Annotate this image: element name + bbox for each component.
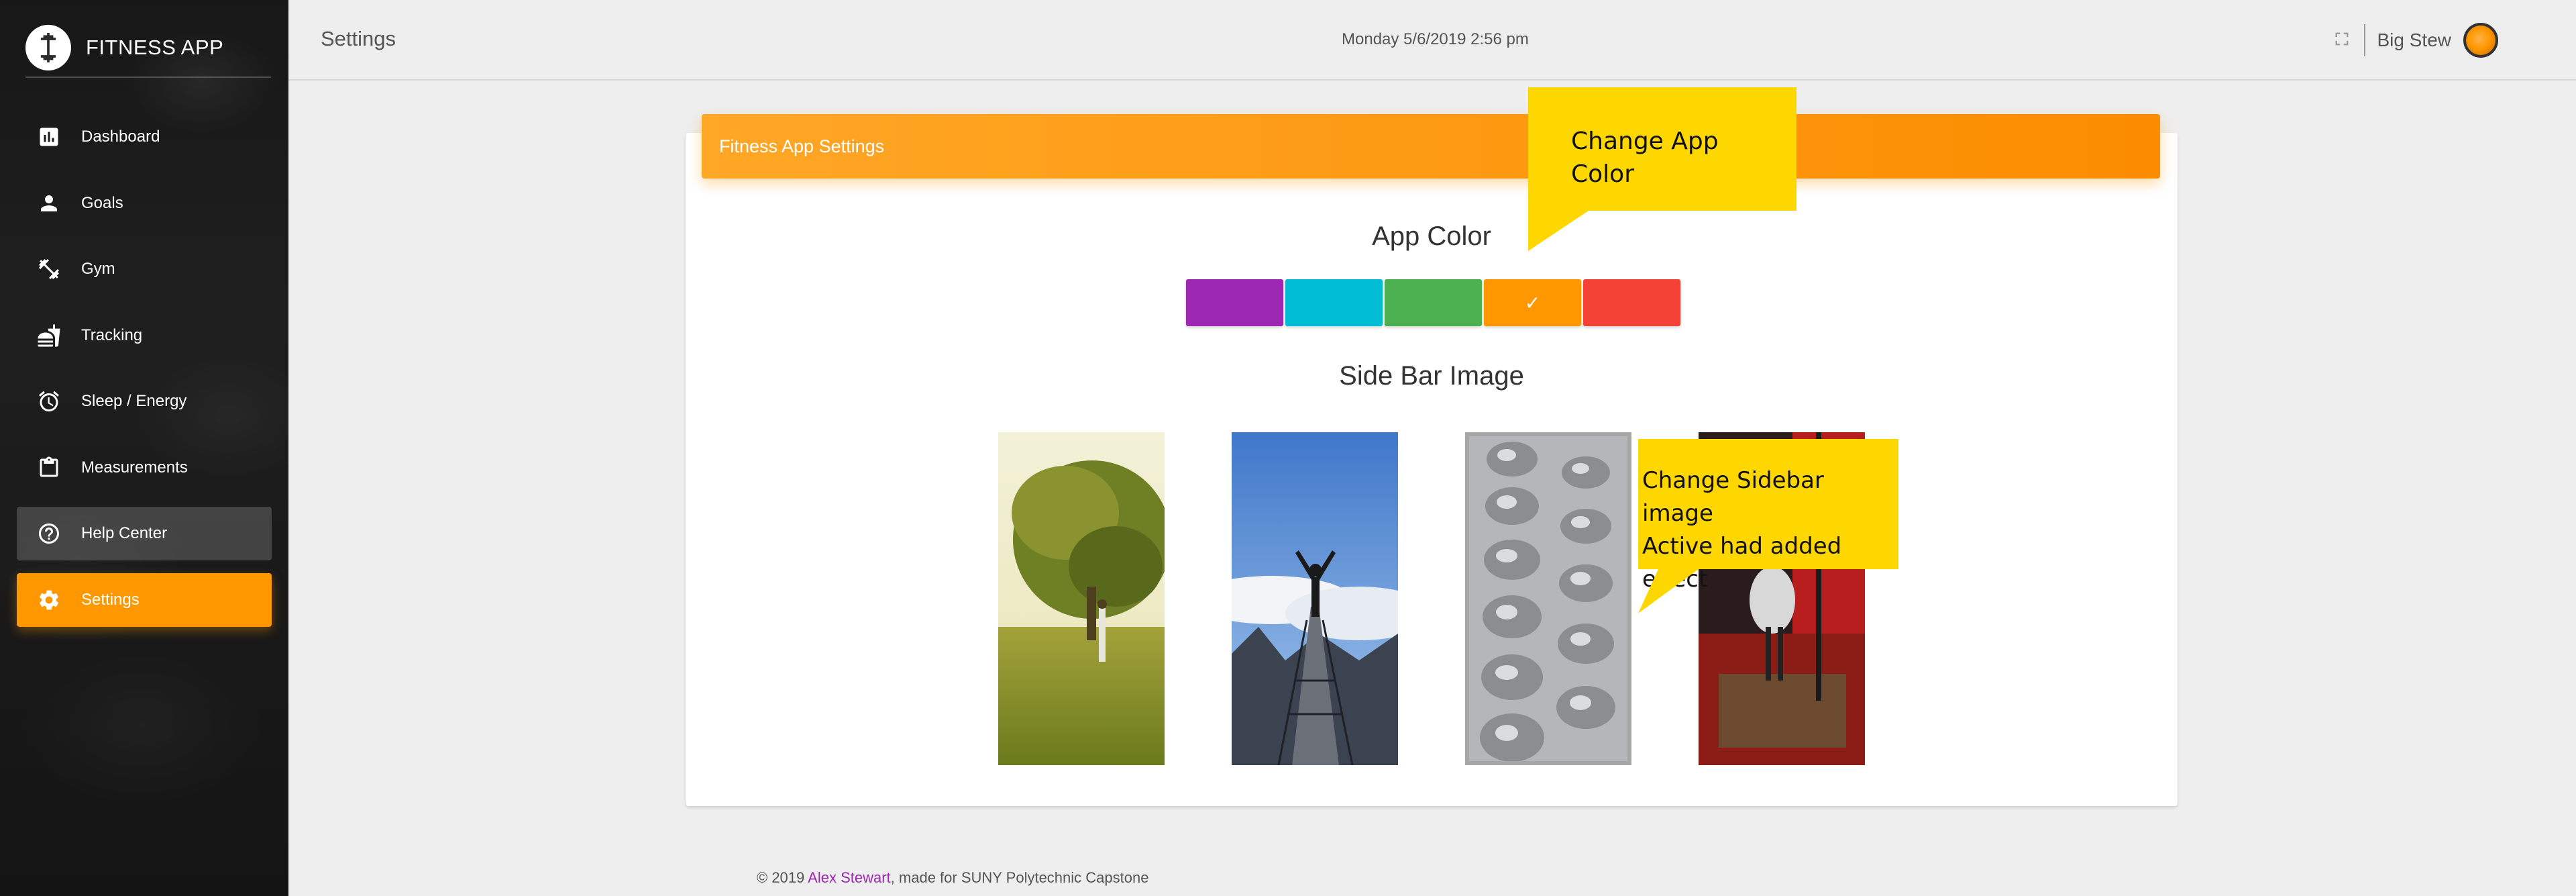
avatar[interactable]	[2463, 23, 2498, 58]
color-swatches: ✓	[1186, 279, 1682, 326]
color-swatch-cyan[interactable]	[1285, 279, 1383, 326]
callout-line: Color	[1571, 160, 1634, 188]
gear-icon	[37, 588, 61, 612]
card-title: Fitness App Settings	[719, 136, 885, 156]
sidebar-nav: Dashboard Goals Gym Tracking Sleep / Ene…	[17, 110, 272, 639]
top-bar: Settings Monday 5/6/2019 2:56 pm Big Ste…	[288, 0, 2576, 81]
sidebar-item-dashboard[interactable]: Dashboard	[17, 110, 272, 164]
sidebar: FITNESS APP Dashboard Goals Gym Tracking	[0, 0, 288, 896]
sidebar-image-tree-field[interactable]	[998, 432, 1165, 765]
color-swatch-green[interactable]	[1385, 279, 1482, 326]
sidebar-item-gym[interactable]: Gym	[17, 242, 272, 296]
callout-line: Change App	[1571, 128, 1719, 155]
person-icon	[37, 191, 61, 215]
callout-tail	[1528, 211, 1589, 251]
clipboard-icon	[37, 456, 61, 480]
fullscreen-icon[interactable]	[2334, 32, 2349, 50]
current-datetime: Monday 5/6/2019 2:56 pm	[1342, 30, 1529, 48]
bar-chart-icon	[37, 125, 61, 149]
callout-line: Change Sidebar image	[1642, 467, 1824, 527]
sidebar-item-label: Settings	[81, 590, 140, 609]
user-name[interactable]: Big Stew	[2377, 30, 2452, 51]
divider	[2363, 24, 2365, 56]
sidebar-item-label: Measurements	[81, 458, 188, 477]
sidebar-item-label: Sleep / Energy	[81, 392, 187, 410]
page-title: Settings	[321, 27, 396, 50]
fastfood-icon	[37, 323, 61, 348]
help-circle-icon	[37, 521, 61, 546]
sidebar-item-settings[interactable]: Settings	[17, 573, 272, 627]
sidebar-image-dumbbell-rack[interactable]	[1465, 432, 1631, 765]
footer-copyright: © 2019	[757, 869, 808, 886]
sidebar-image-mountain-person[interactable]	[1232, 432, 1398, 765]
footer: © 2019 Alex Stewart, made for SUNY Polyt…	[757, 869, 1148, 887]
color-swatch-red[interactable]	[1583, 279, 1680, 326]
callout-sidebar-image: Change Sidebar image Active had added ef…	[1638, 439, 1898, 613]
color-swatch-purple[interactable]	[1186, 279, 1283, 326]
sidebar-item-sleep-energy[interactable]: Sleep / Energy	[17, 375, 272, 428]
dumbbell-icon	[37, 257, 61, 281]
sidebar-item-tracking[interactable]: Tracking	[17, 309, 272, 362]
alarm-icon	[37, 389, 61, 413]
card-header: Fitness App Settings	[702, 114, 2160, 179]
check-icon: ✓	[1524, 291, 1541, 314]
sidebar-item-label: Gym	[81, 260, 115, 278]
callout-tail	[1638, 569, 1699, 613]
sidebar-item-help-center[interactable]: Help Center	[17, 507, 272, 560]
app-logo-row[interactable]: FITNESS APP	[25, 19, 271, 78]
sidebar-item-label: Dashboard	[81, 128, 160, 146]
callout-app-color: Change App Color	[1528, 87, 1796, 251]
sidebar-item-measurements[interactable]: Measurements	[17, 441, 272, 495]
footer-suffix: , made for SUNY Polytechnic Capstone	[890, 869, 1149, 886]
sidebar-item-label: Help Center	[81, 524, 168, 542]
sidebar-item-label: Tracking	[81, 326, 143, 344]
top-right-controls: Big Stew	[2334, 20, 2498, 60]
footer-author-link[interactable]: Alex Stewart	[808, 869, 891, 886]
dumbbell-logo-icon	[25, 25, 71, 70]
sidebar-item-label: Goals	[81, 193, 123, 212]
sidebar-item-goals[interactable]: Goals	[17, 177, 272, 230]
color-swatch-orange[interactable]: ✓	[1484, 279, 1581, 326]
sidebar-image-title: Side Bar Image	[1339, 361, 1524, 391]
app-name: FITNESS APP	[86, 36, 224, 59]
